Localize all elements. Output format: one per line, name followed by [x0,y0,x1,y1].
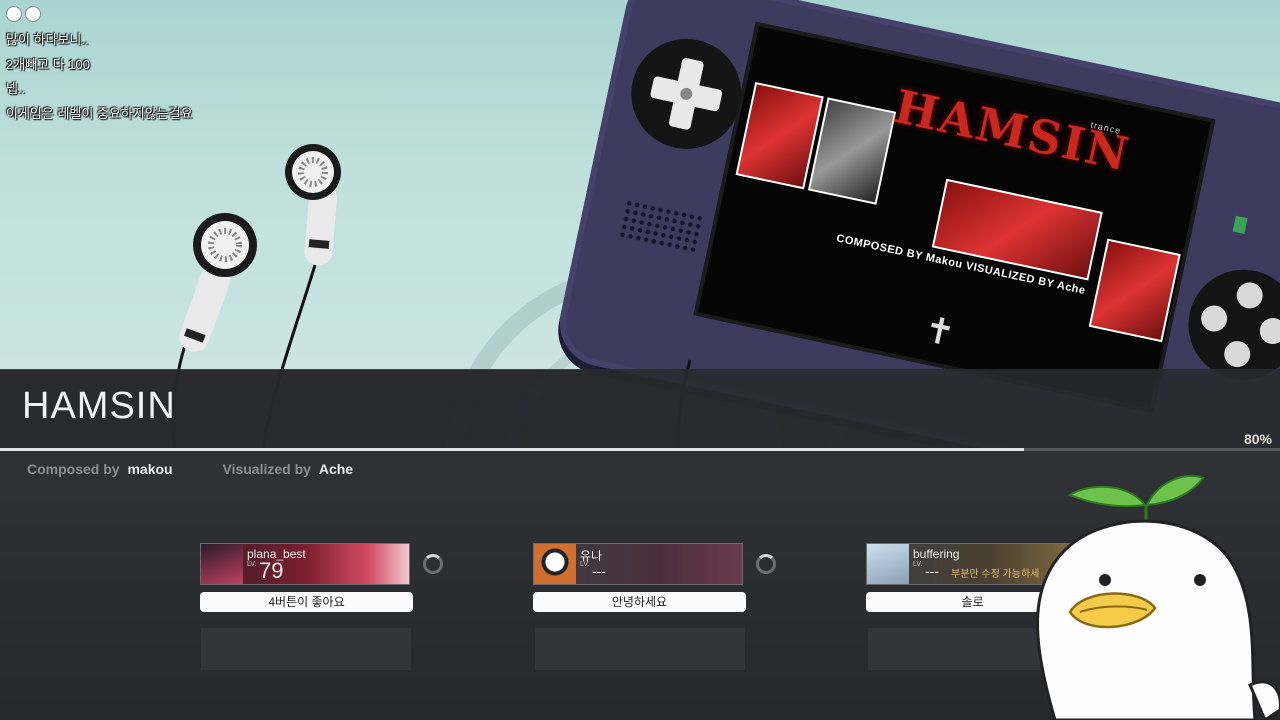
speaker-grille [617,198,705,255]
player-level-label: LV. [580,561,590,568]
loading-spinner-icon [423,554,443,574]
song-artwork: HAMSIN trance COMPOSED BY Makou VISUALIZ… [693,21,1216,413]
power-led [1232,215,1248,234]
song-title: HAMSIN [22,385,176,427]
chat-overlay: 많이 하다보니.. 2개빼고 다 100 넵.. 이게임은 레벨이 중요하지않는… [6,6,193,126]
duck-mascot-icon [1036,474,1280,720]
player-avatar [201,544,243,584]
song-credits: Composed by makou Visualized by Ache [27,461,353,477]
player-name: buffering [913,547,960,561]
player-message: 4버튼이 좋아요 [200,592,413,612]
artwork-character-panel-2 [1088,238,1181,343]
loading-progress-bar [0,448,1280,451]
chat-message: 많이 하다보니.. [6,32,89,47]
chat-message: 넵.. [6,81,26,96]
visualized-by-label: Visualized by [222,461,311,477]
loading-progress-fill [0,448,1024,451]
player-slot-1[interactable]: plana_best LV. 79 4버튼이 좋아요 [200,543,413,612]
player-avatar [867,544,909,584]
artwork-moon-panel [807,97,897,205]
composer-name: makou [127,461,173,477]
player-card[interactable]: 유나 LV. --- [533,543,743,585]
game-scene: HAMSIN trance COMPOSED BY Makou VISUALIZ… [0,0,1280,720]
player-level: --- [592,563,606,579]
chat-message: 2개빼고 다 100 [6,56,90,72]
chat-avatar-icon [25,6,41,22]
player-slot-2[interactable]: 유나 LV. --- 안녕하세요 [533,543,746,612]
chat-avatar-icon [6,6,22,22]
song-title-band [0,369,1280,451]
player-level: 79 [259,558,284,583]
chat-message: 이게임은 레벨이 중요하지않는걸요 [6,105,193,121]
empty-slot [201,628,411,670]
player-card[interactable]: plana_best LV. 79 [200,543,410,585]
loading-progress-label: 80% [1243,431,1272,447]
player-avatar [534,544,576,584]
composed-by-label: Composed by [27,461,120,477]
player-message: 안녕하세요 [533,592,746,612]
loading-spinner-icon [756,554,776,574]
player-level: --- [925,563,939,579]
player-level-label: LV. [913,561,923,568]
player-level-label: LV. [247,561,257,568]
empty-slot [535,628,745,670]
cross-icon: ✝ [920,308,959,355]
visualizer-name: Ache [318,461,354,477]
